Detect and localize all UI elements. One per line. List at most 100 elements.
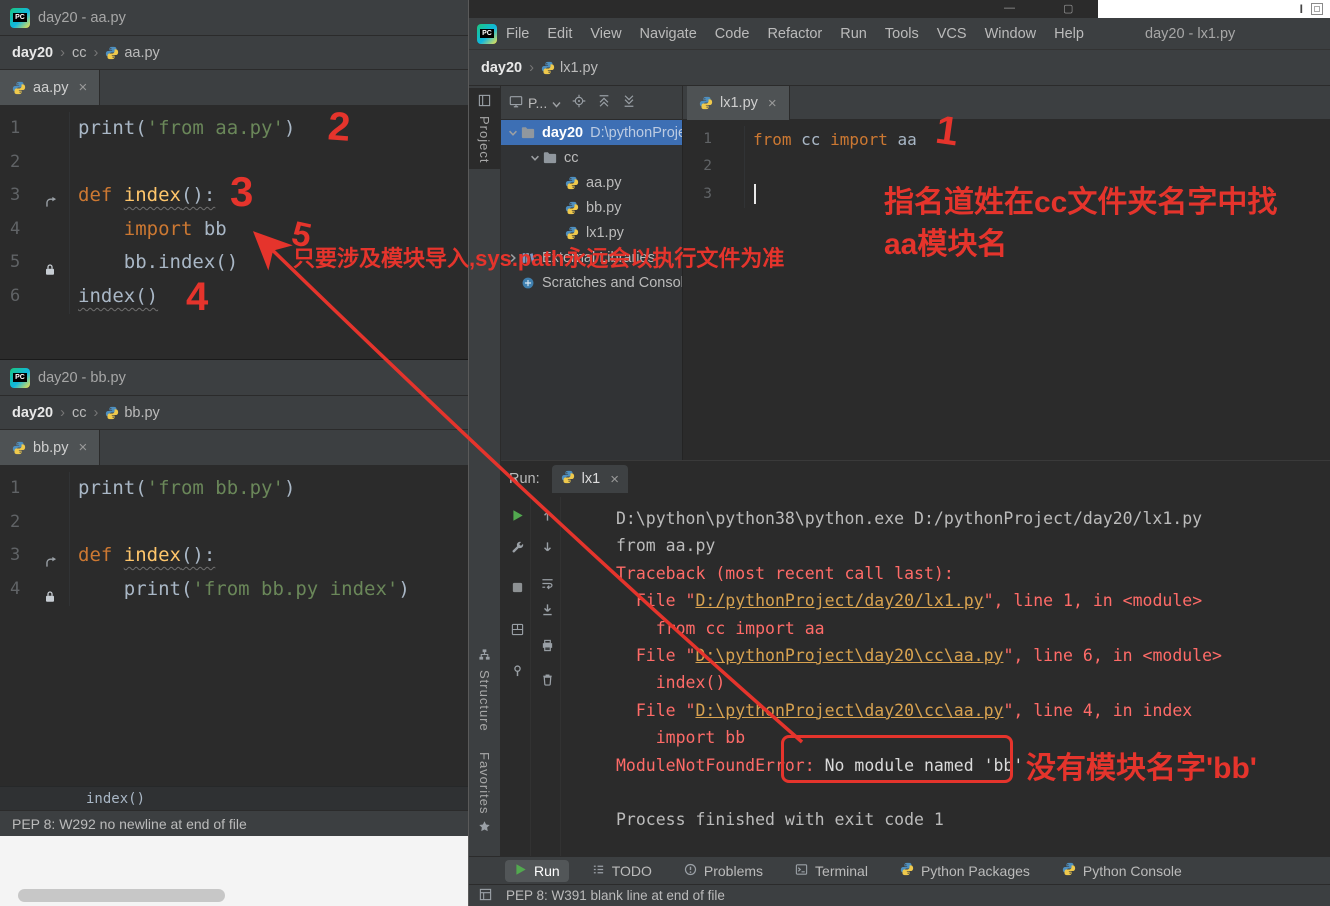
sidebar-item-favorites[interactable]: Favorites [469, 746, 500, 842]
toolwindow-button-todo[interactable]: TODO [583, 860, 661, 882]
code-segment: cc [791, 130, 831, 149]
code-line-4[interactable]: 4 import bb [0, 212, 468, 247]
code-line-3[interactable]: 3 [683, 180, 1330, 209]
toolwindow-button-problems[interactable]: Problems [675, 860, 772, 882]
pycharm-logo-icon: PC [477, 23, 497, 44]
pin-tab-button[interactable] [509, 662, 525, 678]
breadcrumb-item-aa-py[interactable]: aa.py [105, 45, 160, 61]
menu-file[interactable]: File [497, 22, 538, 46]
console-line: File "D:\pythonProject\day20\cc\aa.py", … [616, 642, 1330, 669]
tree-item-lx1-py[interactable]: lx1.py [501, 220, 682, 245]
tree-item-scratches-and-consoles[interactable]: Scratches and Consoles [501, 270, 682, 295]
breadcrumb-item-day20[interactable]: day20 [12, 405, 53, 421]
code-segment: from [753, 130, 792, 149]
code-line-4[interactable]: 4 print('from bb.py index') [0, 572, 468, 607]
code-line-3[interactable]: 3 def index (): [0, 179, 468, 213]
code-line-1[interactable]: 1 print('from bb.py') [0, 472, 468, 506]
code-line-5[interactable]: 5 bb.index() [0, 246, 468, 280]
tree-item-aa-py[interactable]: aa.py [501, 170, 682, 195]
code-line-1[interactable]: 1 from cc import aa [683, 126, 1330, 154]
tab-lx1-py[interactable]: lx1.py × [687, 86, 790, 120]
code-line-2[interactable]: 2 [683, 153, 1330, 181]
tab-aa-py[interactable]: aa.py × [0, 70, 101, 105]
code-editor-aa[interactable]: 1 print('from aa.py') 2 3 def index (): 4 impo… [0, 106, 468, 314]
breadcrumb-item-cc[interactable]: cc [72, 45, 87, 61]
menu-run[interactable]: Run [831, 22, 876, 46]
project-view-dropdown[interactable]: P... [509, 95, 561, 111]
clear-all-button[interactable] [539, 671, 555, 687]
edit-configuration-button[interactable] [509, 539, 525, 555]
code-line-2[interactable]: 2 [0, 145, 468, 180]
expand-all-button[interactable] [622, 94, 636, 111]
code-segment: 'from bb.py' [146, 477, 284, 499]
titlebar-bb[interactable]: PC day20 - bb.py [0, 360, 468, 396]
breadcrumb-item-bb-py[interactable]: bb.py [105, 405, 160, 421]
breadcrumb-item-cc[interactable]: cc [72, 405, 87, 421]
rerun-button[interactable] [509, 507, 525, 523]
toolwindow-button-run[interactable]: Run [505, 859, 569, 882]
tab-bb-py[interactable]: bb.py × [0, 430, 101, 465]
breadcrumb-item-day20[interactable]: day20 [481, 60, 522, 76]
chevron-down-icon[interactable] [527, 153, 543, 163]
menu-tools[interactable]: Tools [876, 22, 928, 46]
breadcrumb-item-day20[interactable]: day20 [12, 45, 53, 61]
soft-wrap-button[interactable] [539, 575, 555, 591]
stacktrace-link[interactable]: D:/pythonProject/day20/lx1.py [695, 591, 983, 610]
ime-icon[interactable] [1311, 3, 1323, 15]
code-editor-bb[interactable]: 1 print('from bb.py') 2 3 def index (): 4 prin… [0, 466, 468, 786]
breadcrumb-item-lx1-py[interactable]: lx1.py [541, 60, 598, 76]
minimize-button[interactable]: — [1004, 2, 1015, 14]
menu-window[interactable]: Window [976, 22, 1046, 46]
toolwindow-toggle-icon[interactable] [479, 888, 492, 904]
stacktrace-link[interactable]: D:\pythonProject\day20\cc\aa.py [695, 646, 1003, 665]
locate-file-button[interactable] [572, 94, 586, 111]
toolwindow-button-python-console[interactable]: Python Console [1053, 859, 1191, 882]
titlebar-aa[interactable]: PC day20 - aa.py [0, 0, 468, 36]
chevron-down-icon[interactable] [505, 128, 521, 138]
menu-view[interactable]: View [581, 22, 630, 46]
run-console[interactable]: D:\python\python38\python.exe D:/pythonP… [562, 497, 1330, 856]
maximize-button[interactable]: ▢ [1063, 2, 1073, 15]
context-breadcrumb[interactable]: index() [0, 786, 468, 810]
menu-refactor[interactable]: Refactor [758, 22, 831, 46]
print-button[interactable] [539, 637, 555, 653]
code-line-3[interactable]: 3 def index (): [0, 539, 468, 573]
chevron-right-icon[interactable] [505, 253, 521, 263]
menu-vcs[interactable]: VCS [928, 22, 976, 46]
run-tab-lx1[interactable]: lx1 × [551, 465, 628, 493]
close-icon[interactable]: × [78, 439, 87, 456]
menu-code[interactable]: Code [706, 22, 759, 46]
run-toolbar [501, 497, 562, 856]
close-icon[interactable]: × [768, 95, 777, 112]
close-icon[interactable]: × [610, 471, 619, 488]
code-segment: ( [180, 577, 193, 600]
tree-item-day20[interactable]: day20 D:\pythonProject [501, 120, 682, 145]
pycharm-logo-icon: PC [10, 367, 30, 388]
stacktrace-link[interactable]: D:\pythonProject\day20\cc\aa.py [695, 701, 1003, 720]
code-line-2[interactable]: 2 [0, 505, 468, 540]
collapse-all-button[interactable] [597, 94, 611, 111]
python-file-icon [12, 441, 26, 455]
toolwindow-button-python-packages[interactable]: Python Packages [891, 859, 1039, 882]
toolwindow-button-terminal[interactable]: Terminal [786, 860, 877, 882]
tree-item-bb-py[interactable]: bb.py [501, 195, 682, 220]
code-line-1[interactable]: 1 print('from aa.py') [0, 112, 468, 146]
menu-help[interactable]: Help [1045, 22, 1093, 46]
stop-button[interactable] [509, 579, 525, 595]
scroll-to-end-button[interactable] [539, 601, 555, 617]
project-tree: day20 D:\pythonProjectccaa.pybb.pylx1.py… [501, 120, 683, 460]
sidebar-item-structure[interactable]: Structure [469, 642, 500, 738]
code-line-6[interactable]: 6 index() [0, 279, 468, 314]
restore-layout-button[interactable] [509, 621, 525, 637]
menu-edit[interactable]: Edit [538, 22, 581, 46]
menu-navigate[interactable]: Navigate [631, 22, 706, 46]
code-editor-main[interactable]: 1 from cc import aa 2 3 [683, 120, 1330, 460]
sidebar-item-project[interactable]: Project [469, 88, 500, 170]
tree-item-cc[interactable]: cc [501, 145, 682, 170]
tree-item-external-libraries[interactable]: External Libraries [501, 245, 682, 270]
close-icon[interactable]: × [78, 79, 87, 96]
menu-bar: PC File Edit View Navigate Code Refactor Run To… [469, 18, 1330, 50]
down-stacktrace-button[interactable] [539, 539, 555, 555]
up-stacktrace-button[interactable] [539, 507, 555, 523]
horizontal-scrollbar[interactable] [18, 889, 225, 902]
